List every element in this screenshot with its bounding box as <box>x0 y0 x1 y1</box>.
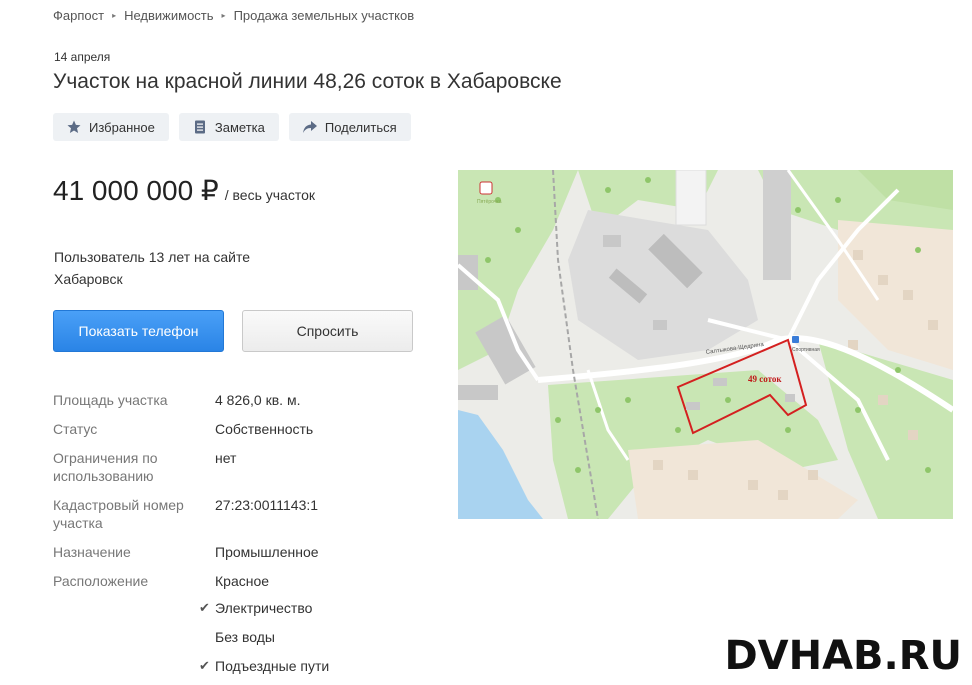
specs-table: Площадь участка 4 826,0 кв. м. Статус Со… <box>53 391 413 601</box>
map-poi-label: Пятёрочка <box>477 199 502 205</box>
seller-city: Хабаровск <box>54 271 123 287</box>
publish-date: 14 апреля <box>54 50 111 64</box>
feature-label: Без воды <box>215 629 275 645</box>
map-stop-label: Спортивная <box>792 347 820 353</box>
spec-key: Кадастровый номер участка <box>53 497 184 531</box>
note-label: Заметка <box>214 119 265 135</box>
spec-key: Назначение <box>53 544 131 560</box>
location-map[interactable]: 49 соток Салтыкова-Щедрина Спортивная Пя… <box>458 170 953 519</box>
breadcrumb-item-realty[interactable]: Недвижимость <box>124 8 213 23</box>
spec-row-status: Статус Собственность <box>53 420 413 438</box>
seller-info: Пользователь 13 лет на сайте Хабаровск <box>54 246 250 290</box>
spec-key: Ограничения по использованию <box>53 450 158 484</box>
price-unit: / весь участок <box>224 187 316 203</box>
map-graphic: 49 соток Салтыкова-Щедрина Спортивная Пя… <box>458 170 953 519</box>
feature-label: Электричество <box>215 600 313 616</box>
feature-water: Без воды <box>199 629 275 645</box>
breadcrumb: Фарпост ▸ Недвижимость ▸ Продажа земельн… <box>53 8 414 23</box>
spec-value: Красное <box>215 573 270 589</box>
spec-key: Статус <box>53 421 98 437</box>
page-title: Участок на красной линии 48,26 соток в Х… <box>53 70 562 93</box>
feature-electricity: ✔ Электричество <box>199 600 312 616</box>
spec-row-cadastral: Кадастровый номер участка 27:23:0011143:… <box>53 496 413 532</box>
map-plot-label: 49 соток <box>748 374 782 384</box>
spec-value: Собственность <box>215 421 314 437</box>
bus-stop-icon <box>792 336 799 343</box>
share-label: Поделиться <box>324 119 397 135</box>
spec-row-restrictions: Ограничения по использованию нет <box>53 449 413 485</box>
star-icon <box>67 120 81 134</box>
seller-since: Пользователь 13 лет на сайте <box>54 249 251 265</box>
action-bar: Избранное Заметка Поделиться <box>53 113 411 141</box>
checkmark-icon: ✔ <box>199 600 210 615</box>
spec-row-purpose: Назначение Промышленное <box>53 543 413 561</box>
spec-key: Площадь участка <box>53 392 168 408</box>
shop-icon <box>479 181 493 195</box>
breadcrumb-item-land-sale[interactable]: Продажа земельных участков <box>234 8 415 23</box>
spec-value: нет <box>215 450 237 466</box>
breadcrumb-item-farpost[interactable]: Фарпост <box>53 8 104 23</box>
note-icon <box>193 120 207 134</box>
chevron-right-icon: ▸ <box>112 11 117 20</box>
favorite-button[interactable]: Избранное <box>53 113 169 141</box>
spec-key: Расположение <box>53 573 149 589</box>
spec-value: Промышленное <box>215 544 319 560</box>
note-button[interactable]: Заметка <box>178 113 279 141</box>
price-amount: 41 000 000 ₽ <box>53 175 219 206</box>
spec-value: 27:23:0011143:1 <box>215 497 319 513</box>
show-phone-button[interactable]: Показать телефон <box>53 310 224 352</box>
spec-row-location: Расположение Красное <box>53 572 413 590</box>
feature-roads: ✔ Подъездные пути <box>199 658 329 674</box>
share-arrow-icon <box>302 120 317 134</box>
feature-label: Подъездные пути <box>215 658 330 674</box>
spec-row-area: Площадь участка 4 826,0 кв. м. <box>53 391 413 409</box>
favorite-label: Избранное <box>89 119 155 135</box>
share-button[interactable]: Поделиться <box>288 113 411 141</box>
chevron-right-icon: ▸ <box>221 11 226 20</box>
ask-button[interactable]: Спросить <box>242 310 413 352</box>
spec-value: 4 826,0 кв. м. <box>215 392 301 408</box>
watermark-logo: DVHAB.RU <box>724 633 962 679</box>
checkmark-icon: ✔ <box>199 658 210 673</box>
price-block: 41 000 000 ₽ / весь участок <box>53 174 315 207</box>
